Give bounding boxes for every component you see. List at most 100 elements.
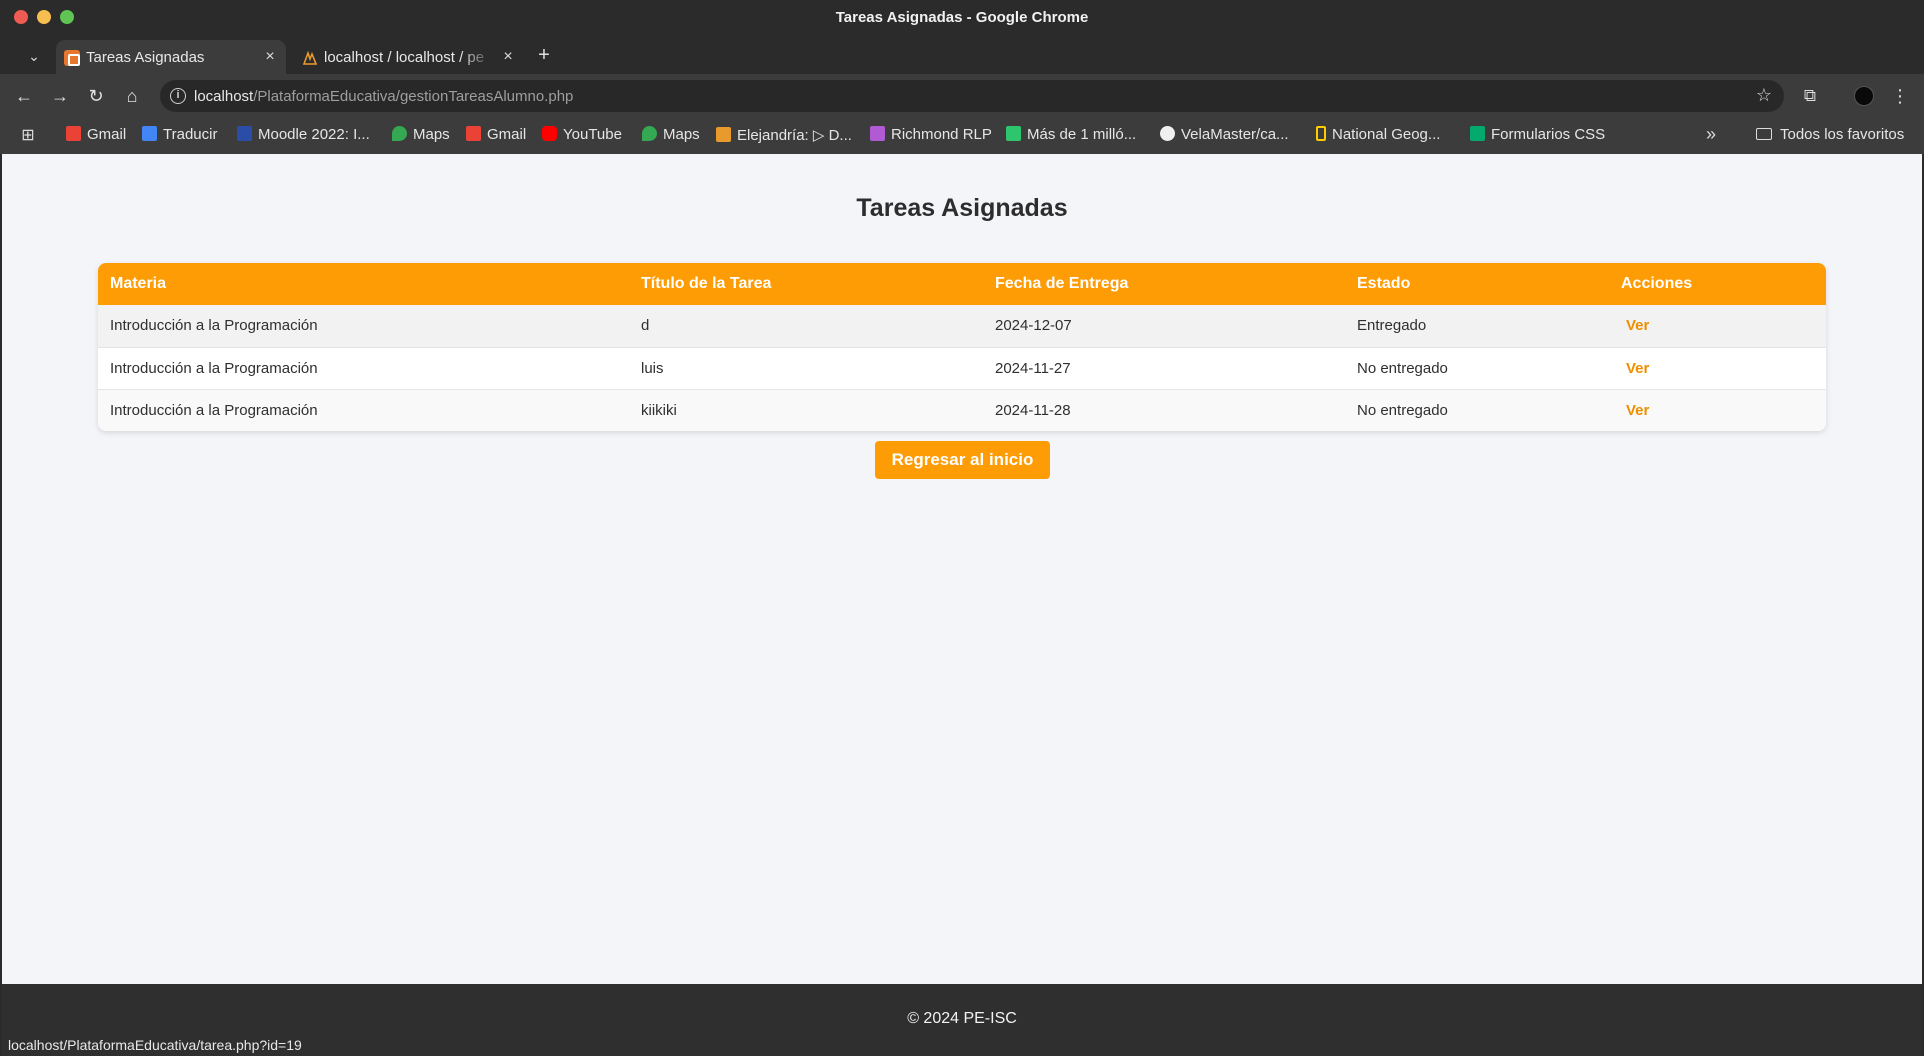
forward-arrow-icon[interactable]: → [48, 84, 72, 108]
ver-link[interactable]: Ver [1621, 360, 1649, 377]
bookmark-label: Elejandría: ▷ D... [737, 127, 852, 144]
cell-fecha: 2024-12-07 [983, 305, 1345, 347]
table-header-row: Materia Título de la Tarea Fecha de Entr… [98, 263, 1826, 305]
table-row: Introducción a la Programación luis 2024… [98, 346, 1826, 389]
youtube-icon [542, 126, 557, 141]
pixabay-icon [1006, 126, 1021, 141]
tab-phpmyadmin[interactable]: localhost / localhost / pe × [294, 40, 524, 74]
page-viewport: Tareas Asignadas Materia Título de la Ta… [2, 154, 1922, 1056]
translate-icon [142, 126, 157, 141]
bookmark-label: Más de 1 milló... [1027, 126, 1137, 143]
table-row: Introducción a la Programación kiikiki 2… [98, 388, 1826, 431]
link-status-bubble: localhost/PlataformaEducativa/tarea.php?… [2, 1034, 308, 1056]
window-titlebar: Tareas Asignadas - Google Chrome [0, 0, 1924, 36]
bookmark-richmond[interactable]: Richmond RLP [870, 126, 992, 146]
table-row: Introducción a la Programación d 2024-12… [98, 305, 1826, 347]
bookmark-label: VelaMaster/ca... [1181, 126, 1289, 143]
site-info-icon[interactable]: i [170, 88, 186, 104]
gmail-icon [66, 126, 81, 141]
bookmark-github[interactable]: VelaMaster/ca... [1160, 126, 1289, 146]
bookmark-label: National Geog... [1332, 126, 1441, 143]
tab-label: localhost / localhost / pe [324, 49, 485, 66]
column-header-fecha: Fecha de Entrega [983, 263, 1345, 305]
bookmark-label: Moodle 2022: I... [258, 126, 370, 143]
cell-estado: Entregado [1345, 305, 1609, 347]
url-text[interactable]: localhost/PlataformaEducativa/gestionTar… [194, 88, 573, 105]
bookmark-maps[interactable]: Maps [392, 126, 450, 146]
richmond-icon [870, 126, 885, 141]
browser-toolbar: ← → ↻ ⌂ i localhost/PlataformaEducativa/… [0, 74, 1924, 118]
ver-link[interactable]: Ver [1621, 317, 1649, 334]
cell-acciones: Ver [1609, 346, 1826, 389]
cell-titulo: kiikiki [629, 388, 983, 431]
natgeo-icon [1316, 126, 1326, 141]
bookmark-label: Richmond RLP [891, 126, 992, 143]
maps-icon [392, 126, 407, 141]
bookmark-gmail[interactable]: Gmail [66, 126, 126, 146]
column-header-acciones: Acciones [1609, 263, 1826, 305]
extensions-icon[interactable]: ⧉ [1798, 84, 1822, 108]
cell-titulo: luis [629, 346, 983, 389]
bookmark-traducir[interactable]: Traducir [142, 126, 217, 146]
cell-titulo: d [629, 305, 983, 347]
bookmark-elejandria[interactable]: Elejandría: ▷ D... [716, 126, 852, 146]
bookmark-star-icon[interactable]: ☆ [1756, 85, 1772, 106]
tasks-table-container: Materia Título de la Tarea Fecha de Entr… [98, 263, 1826, 431]
bookmark-gmail-2[interactable]: Gmail [466, 126, 526, 146]
gmail-icon [466, 126, 481, 141]
bookmark-youtube[interactable]: YouTube [542, 126, 622, 146]
folder-label: Todos los favoritos [1780, 126, 1905, 143]
bookmark-label: Traducir [163, 126, 218, 143]
github-icon [1160, 126, 1175, 141]
back-arrow-icon[interactable]: ← [12, 84, 36, 108]
cell-acciones: Ver [1609, 305, 1826, 347]
kebab-menu-icon[interactable]: ⋮ [1890, 84, 1910, 108]
phpmyadmin-icon [302, 50, 318, 66]
close-tab-icon[interactable]: × [262, 49, 278, 65]
reload-icon[interactable]: ↻ [84, 84, 108, 108]
tab-tareas-asignadas[interactable]: Tareas Asignadas × [56, 40, 286, 74]
cell-estado: No entregado [1345, 346, 1609, 389]
bookmark-pixabay[interactable]: Más de 1 milló... [1006, 126, 1136, 146]
xampp-icon [64, 50, 80, 66]
w3-icon [1470, 126, 1485, 141]
cell-materia: Introducción a la Programación [98, 305, 629, 347]
bookmark-label: Formularios CSS [1491, 126, 1606, 143]
bookmark-natgeo[interactable]: National Geog... [1316, 126, 1440, 146]
all-bookmarks-folder[interactable]: Todos los favoritos [1756, 126, 1904, 143]
folder-icon [1756, 128, 1772, 140]
back-to-home-button[interactable]: Regresar al inicio [875, 441, 1050, 479]
bookmark-label: Gmail [487, 126, 527, 143]
tasks-table: Materia Título de la Tarea Fecha de Entr… [98, 263, 1826, 431]
cell-materia: Introducción a la Programación [98, 388, 629, 431]
bookmark-label: Maps [413, 126, 450, 143]
bookmark-moodle[interactable]: Moodle 2022: I... [237, 126, 370, 146]
footer-copyright: © 2024 PE-ISC [907, 1010, 1017, 1027]
bookmark-maps-2[interactable]: Maps [642, 126, 700, 146]
profile-avatar[interactable] [1854, 86, 1874, 106]
close-tab-icon[interactable]: × [500, 49, 516, 65]
book-icon [716, 127, 731, 142]
cell-estado: No entregado [1345, 388, 1609, 431]
ver-link[interactable]: Ver [1621, 402, 1649, 419]
url-host: localhost [194, 88, 254, 105]
column-header-estado: Estado [1345, 263, 1609, 305]
tab-strip: ⌄ Tareas Asignadas × localhost / localho… [0, 36, 1924, 74]
address-bar[interactable]: i localhost/PlataformaEducativa/gestionT… [160, 80, 1784, 112]
cell-fecha: 2024-11-27 [983, 346, 1345, 389]
home-icon[interactable]: ⌂ [120, 84, 144, 108]
cell-materia: Introducción a la Programación [98, 346, 629, 389]
apps-grid-icon[interactable]: ⊞ [18, 126, 38, 146]
bookmark-label: Maps [663, 126, 700, 143]
bookmark-label: Gmail [87, 126, 127, 143]
column-header-titulo: Título de la Tarea [629, 263, 983, 305]
tab-search-chevron-icon[interactable]: ⌄ [20, 42, 48, 70]
cell-acciones: Ver [1609, 388, 1826, 431]
column-header-materia: Materia [98, 263, 629, 305]
more-bookmarks-icon[interactable]: » [1706, 124, 1716, 145]
new-tab-icon[interactable]: + [532, 44, 556, 68]
maps-icon [642, 126, 657, 141]
window-title: Tareas Asignadas - Google Chrome [835, 9, 1089, 26]
bookmark-formularios-css[interactable]: Formularios CSS [1470, 126, 1605, 146]
cell-fecha: 2024-11-28 [983, 388, 1345, 431]
